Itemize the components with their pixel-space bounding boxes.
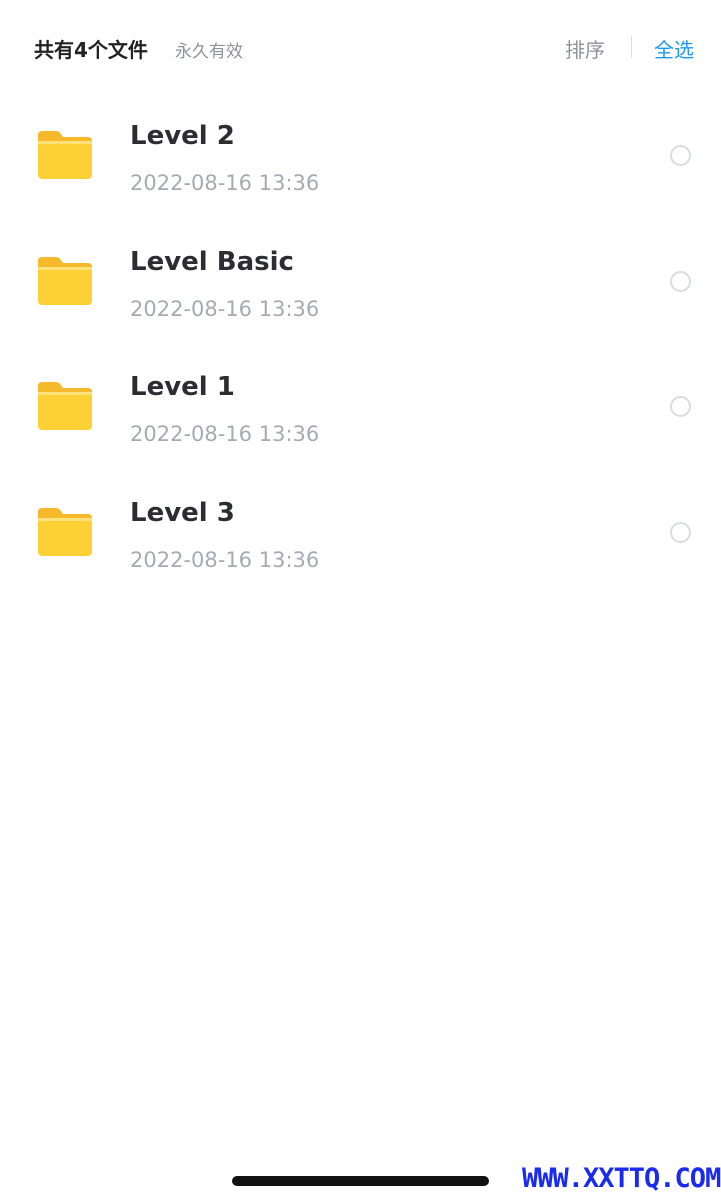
header-divider (631, 36, 632, 58)
select-radio[interactable] (670, 270, 691, 292)
file-date: 2022-08-16 13:36 (130, 171, 320, 195)
file-row[interactable]: Level 2 2022-08-16 13:36 (0, 92, 721, 218)
file-name: Level 2 (130, 121, 235, 151)
file-row[interactable]: Level Basic 2022-08-16 13:36 (0, 218, 721, 344)
folder-icon (36, 506, 94, 558)
home-indicator (232, 1176, 489, 1186)
header: 共有4个文件 永久有效 排序 全选 (0, 0, 721, 92)
select-radio[interactable] (670, 521, 691, 543)
file-date: 2022-08-16 13:36 (130, 547, 320, 572)
folder-icon (36, 255, 94, 307)
file-name: Level 1 (130, 372, 235, 403)
file-row[interactable]: Level 1 2022-08-16 13:36 (0, 343, 721, 469)
select-radio[interactable] (670, 396, 691, 418)
select-radio[interactable] (670, 145, 691, 166)
file-count-label: 共有4个文件 (34, 38, 148, 62)
folder-icon (36, 380, 94, 432)
file-date: 2022-08-16 13:36 (130, 422, 320, 447)
sort-button[interactable]: 排序 (565, 34, 605, 63)
file-name: Level Basic (130, 246, 294, 277)
watermark: WWW.XXTTQ.COM (522, 1163, 721, 1194)
file-date: 2022-08-16 13:36 (130, 296, 320, 321)
folder-icon (36, 129, 94, 181)
select-all-button[interactable]: 全选 (654, 34, 694, 63)
validity-label: 永久有效 (175, 42, 243, 62)
file-row[interactable]: Level 3 2022-08-16 13:36 (0, 469, 721, 595)
file-name: Level 3 (130, 497, 235, 528)
file-list: Level 2 2022-08-16 13:36 Level Basic 202… (0, 92, 721, 594)
